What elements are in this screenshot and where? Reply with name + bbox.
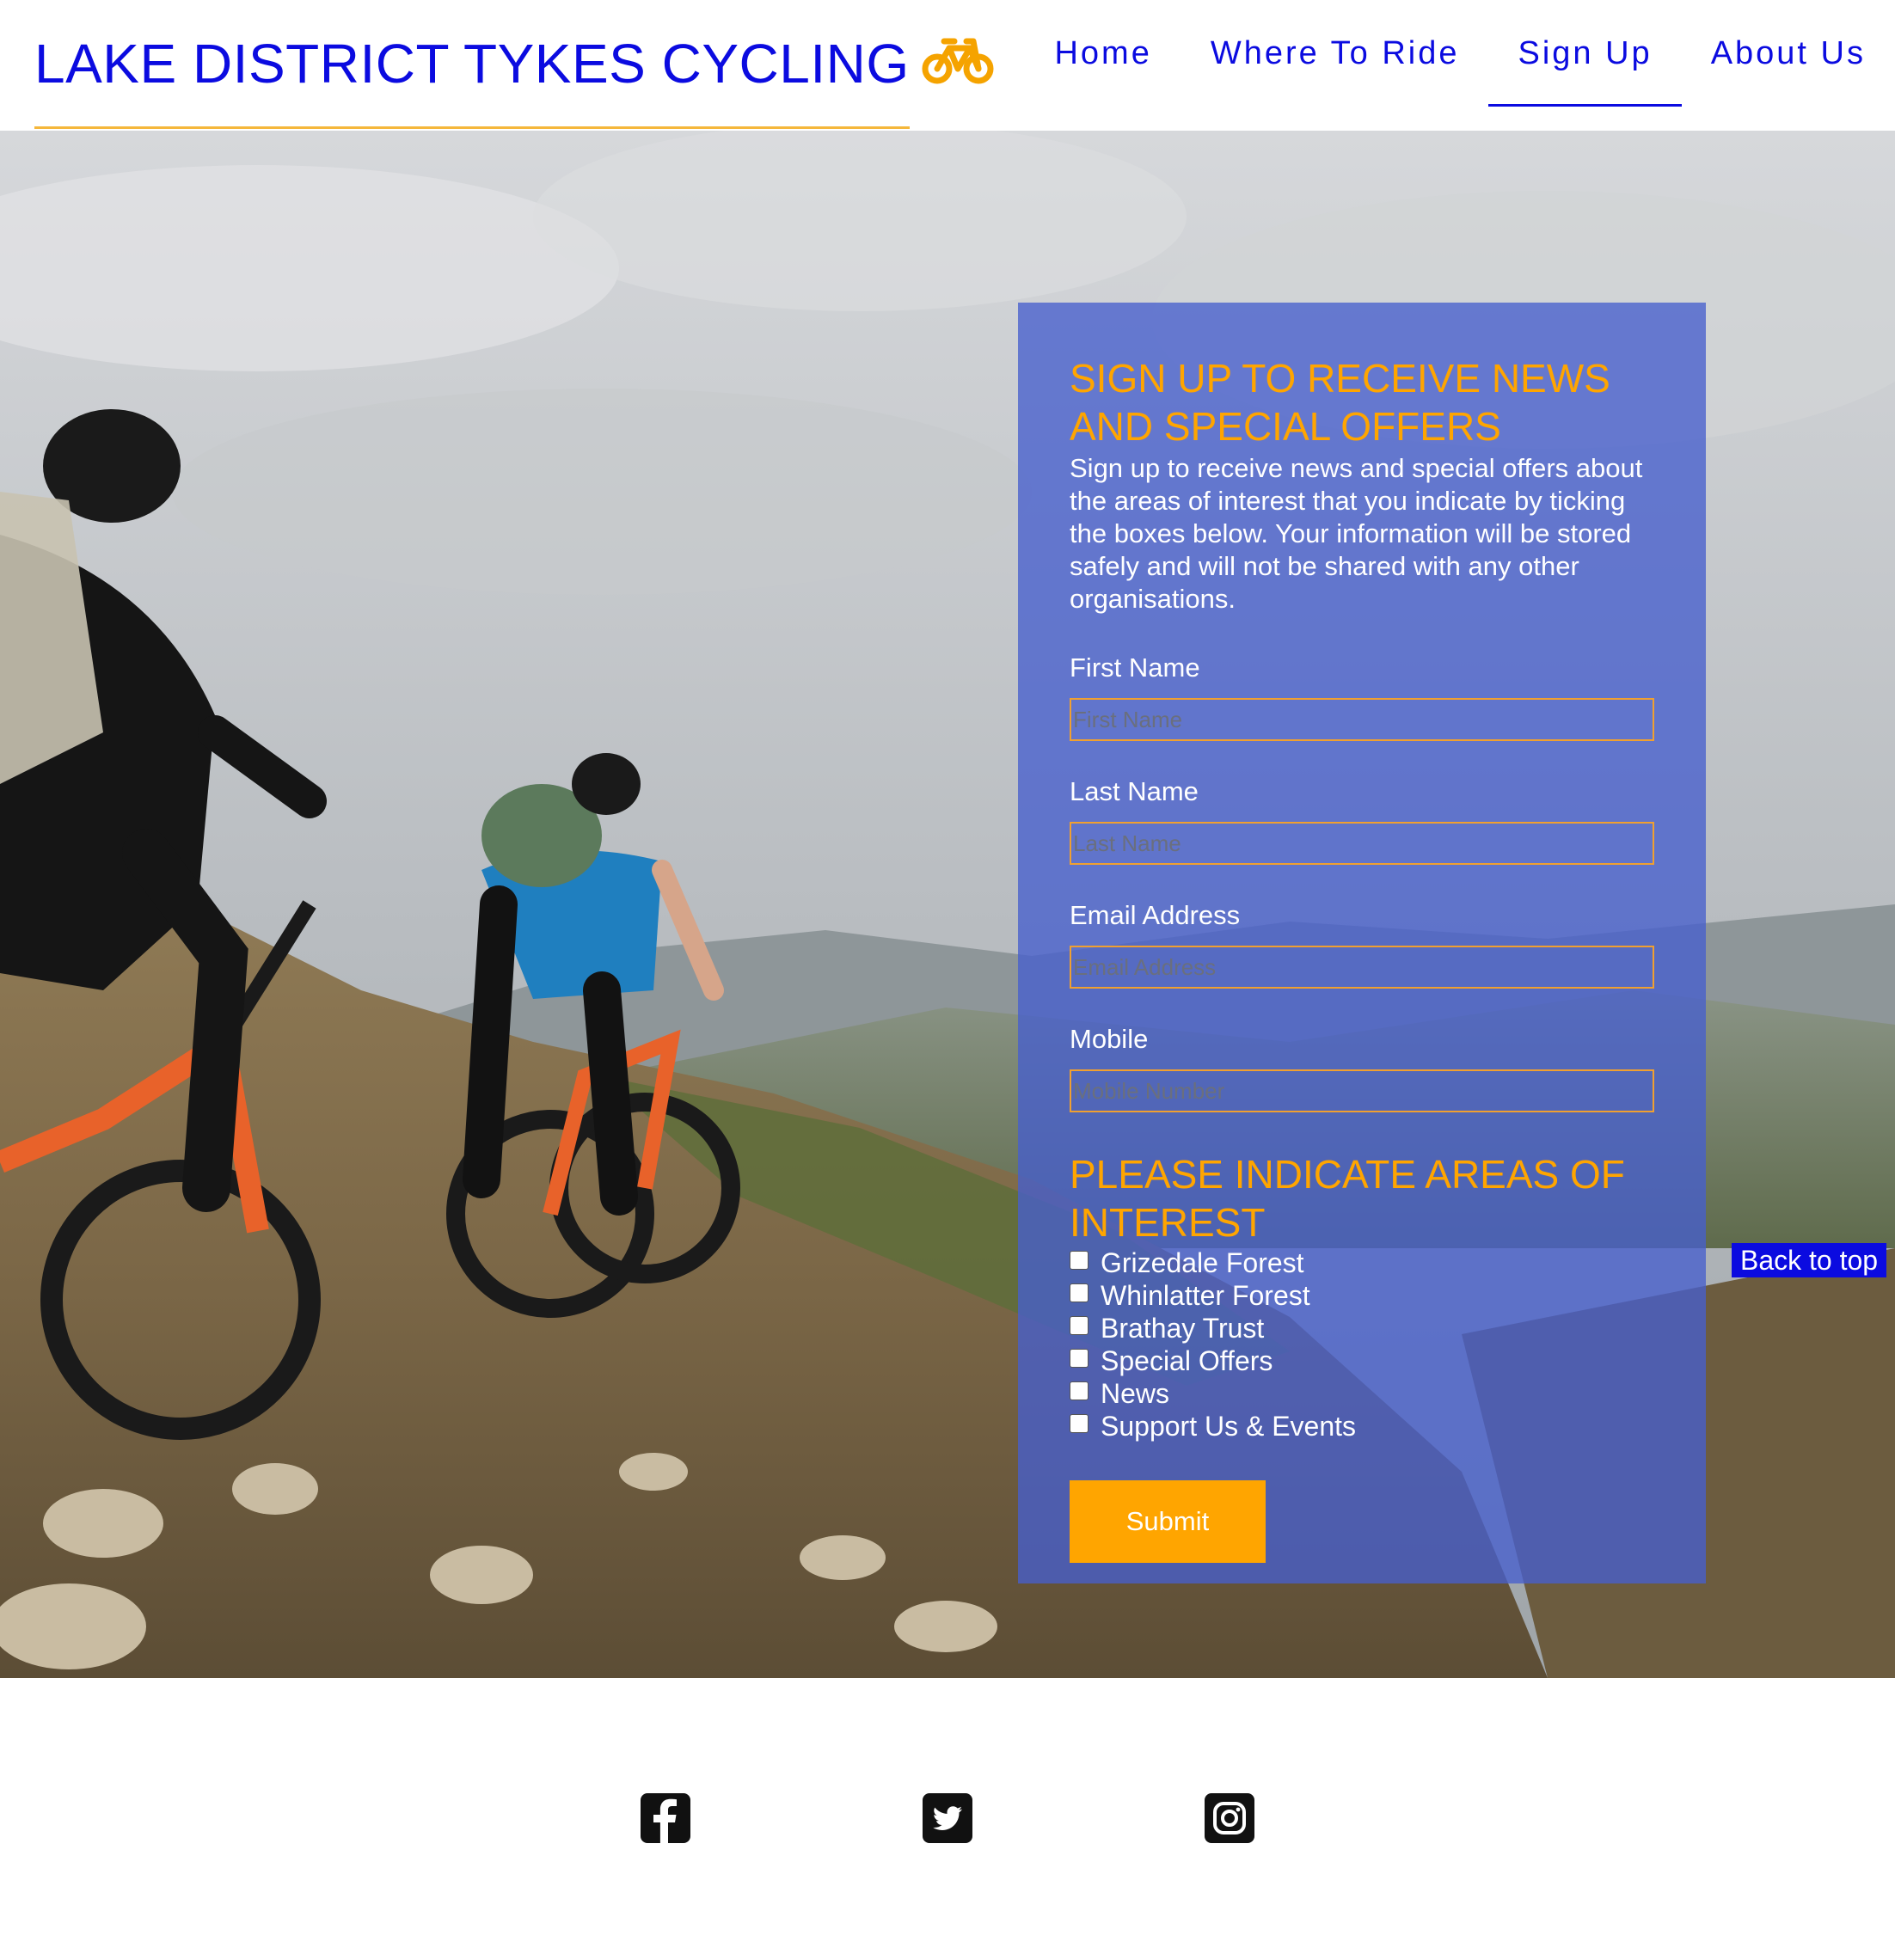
site-title[interactable]: LAKE DISTRICT TYKES CYCLING <box>34 29 910 98</box>
facebook-icon[interactable] <box>641 1793 690 1843</box>
interest-label: Whinlatter Forest <box>1101 1279 1310 1311</box>
signup-intro: Sign up to receive news and special offe… <box>1070 453 1643 614</box>
first-name-label: First Name <box>1070 652 1200 683</box>
interest-label: Support Us & Events <box>1101 1410 1357 1442</box>
mobile-label: Mobile <box>1070 1024 1149 1054</box>
main-nav: Home Where To Ride Sign Up About Us <box>1025 0 1895 131</box>
signup-heading: SIGN UP TO RECEIVE NEWS AND SPECIAL OFFE… <box>1070 356 1610 449</box>
instagram-icon[interactable] <box>1205 1793 1254 1843</box>
first-name-field[interactable] <box>1070 698 1654 741</box>
checkbox-whinlatter[interactable] <box>1070 1283 1089 1302</box>
bicycle-icon <box>922 36 994 86</box>
interest-support-events[interactable]: Support Us & Events <box>1070 1410 1654 1442</box>
site-header: LAKE DISTRICT TYKES CYCLING Home Where T… <box>0 0 1895 131</box>
mobile-field[interactable] <box>1070 1069 1654 1112</box>
signup-panel: SIGN UP TO RECEIVE NEWS AND SPECIAL OFFE… <box>1018 303 1706 1583</box>
interest-whinlatter[interactable]: Whinlatter Forest <box>1070 1279 1654 1312</box>
interest-news[interactable]: News <box>1070 1377 1654 1410</box>
submit-button[interactable]: Submit <box>1070 1480 1266 1563</box>
back-to-top-button[interactable]: Back to top <box>1732 1243 1887 1277</box>
interest-label: News <box>1101 1377 1170 1409</box>
brand[interactable]: LAKE DISTRICT TYKES CYCLING <box>34 29 994 129</box>
checkbox-news[interactable] <box>1070 1381 1089 1400</box>
email-field[interactable] <box>1070 946 1654 989</box>
interest-label: Brathay Trust <box>1101 1312 1265 1344</box>
nav-about-us[interactable]: About Us <box>1682 0 1895 107</box>
interests-heading: PLEASE INDICATE AREAS OF INTEREST <box>1070 1152 1625 1245</box>
email-label: Email Address <box>1070 900 1241 930</box>
nav-home[interactable]: Home <box>1025 0 1181 107</box>
interest-brathay[interactable]: Brathay Trust <box>1070 1312 1654 1344</box>
interest-label: Grizedale Forest <box>1101 1246 1304 1278</box>
nav-sign-up[interactable]: Sign Up <box>1488 0 1682 107</box>
checkbox-grizedale[interactable] <box>1070 1251 1089 1270</box>
checkbox-support-events[interactable] <box>1070 1414 1089 1433</box>
interest-special-offers[interactable]: Special Offers <box>1070 1344 1654 1377</box>
interest-grizedale[interactable]: Grizedale Forest <box>1070 1246 1654 1279</box>
interests-list: Grizedale Forest Whinlatter Forest Brath… <box>1070 1246 1654 1442</box>
checkbox-brathay[interactable] <box>1070 1316 1089 1335</box>
checkbox-special-offers[interactable] <box>1070 1349 1089 1368</box>
interest-label: Special Offers <box>1101 1344 1273 1376</box>
last-name-label: Last Name <box>1070 776 1199 806</box>
last-name-field[interactable] <box>1070 822 1654 865</box>
site-footer <box>0 1678 1895 1960</box>
twitter-icon[interactable] <box>923 1793 972 1843</box>
nav-where-to-ride[interactable]: Where To Ride <box>1181 0 1489 107</box>
